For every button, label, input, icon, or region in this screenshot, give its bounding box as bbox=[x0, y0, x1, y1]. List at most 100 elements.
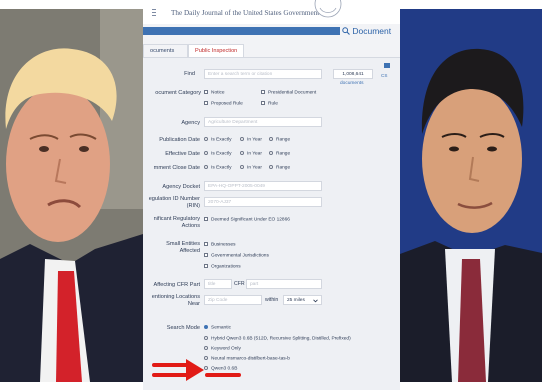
tab-documents[interactable]: ocuments bbox=[143, 44, 188, 57]
cmt-in-year-label: In Year bbox=[247, 165, 262, 171]
agency-input[interactable]: Agriculture Department bbox=[204, 117, 322, 127]
red-arrow-annotation bbox=[152, 359, 204, 381]
document-category-label: ocument Category bbox=[155, 90, 201, 96]
agency-docket-input[interactable]: EPA-HQ-OPPT-2005-0049 bbox=[204, 181, 322, 191]
category-notice-checkbox[interactable]: Notice bbox=[204, 90, 225, 96]
result-count: 1,008,641 bbox=[333, 69, 373, 79]
cfr-part-label: Affecting CFR Part bbox=[153, 282, 200, 288]
radio-dot bbox=[269, 165, 273, 169]
search-icon bbox=[342, 27, 350, 35]
miles-value: 25 miles bbox=[287, 298, 305, 303]
checkbox-box bbox=[204, 253, 208, 257]
seal-icon bbox=[314, 0, 342, 18]
category-rule-checkbox[interactable]: Rule bbox=[261, 101, 278, 107]
mode-semantic-radio[interactable]: Semantic bbox=[204, 325, 231, 331]
masthead: The Daily Journal of the United States G… bbox=[143, 0, 400, 24]
entity-governmental-checkbox[interactable]: Governmental Jurisdictions bbox=[204, 253, 269, 259]
pub-range-label: Range bbox=[276, 137, 291, 143]
eff-range-radio[interactable]: Range bbox=[269, 151, 290, 157]
tab-bar: ocuments Public Inspection bbox=[143, 44, 400, 58]
entity-businesses-checkbox[interactable]: Businesses bbox=[204, 242, 236, 248]
radio-dot bbox=[204, 137, 208, 141]
cfr-mid-label: CFR bbox=[234, 281, 245, 287]
chevron-down-icon bbox=[313, 299, 318, 303]
category-presidential-checkbox[interactable]: Presidential Document bbox=[261, 90, 316, 96]
radio-dot bbox=[204, 346, 208, 350]
checkbox-box bbox=[261, 90, 265, 94]
category-presidential-label: Presidential Document bbox=[268, 90, 317, 96]
entity-organizations-checkbox[interactable]: Organizations bbox=[204, 264, 241, 270]
publication-date-label: Publication Date bbox=[159, 137, 200, 143]
menu-icon[interactable] bbox=[152, 9, 158, 19]
within-label: within bbox=[265, 297, 279, 303]
radio-dot bbox=[269, 137, 273, 141]
pub-is-exactly-label: Is Exactly bbox=[211, 137, 232, 143]
radio-dot bbox=[204, 336, 208, 340]
mode-hybrid-radio[interactable]: Hybrid Qwen3 0.6B (512D, Recursive Split… bbox=[204, 336, 351, 342]
cmt-range-radio[interactable]: Range bbox=[269, 165, 290, 171]
cfr-part-input[interactable]: part bbox=[246, 279, 322, 289]
agency-docket-label: Agency Docket bbox=[162, 184, 200, 190]
cfr-title-input[interactable]: title bbox=[204, 279, 232, 289]
left-photo-man-blonde-hair bbox=[0, 9, 143, 382]
checkbox-box bbox=[204, 264, 208, 268]
locations-near-label: entioning Locations Near bbox=[151, 294, 200, 307]
pub-in-year-label: In Year bbox=[247, 137, 262, 143]
pub-range-radio[interactable]: Range bbox=[269, 137, 290, 143]
rin-input[interactable]: 2070-AJ37 bbox=[204, 197, 322, 207]
site-tagline: The Daily Journal of the United States G… bbox=[171, 9, 320, 17]
radio-dot bbox=[240, 137, 244, 141]
mode-qwen-label: Qwen3 0.6B bbox=[211, 366, 238, 372]
eff-in-year-label: In Year bbox=[247, 151, 262, 157]
document-search-link[interactable]: Document bbox=[342, 26, 391, 36]
entity-organizations-label: Organizations bbox=[211, 264, 241, 270]
mode-keyword-radio[interactable]: Keyword Only bbox=[204, 346, 241, 352]
document-search-label: Document bbox=[352, 26, 392, 36]
right-photo-man-dark-suit bbox=[400, 9, 542, 382]
checkbox-box bbox=[261, 101, 265, 105]
effective-date-label: Effective Date bbox=[165, 151, 200, 157]
checkbox-box bbox=[204, 101, 208, 105]
federal-register-search-page: The Daily Journal of the United States G… bbox=[143, 0, 400, 390]
eff-in-year-radio[interactable]: In Year bbox=[240, 151, 262, 157]
eff-is-exactly-radio[interactable]: Is Exactly bbox=[204, 151, 232, 157]
find-input[interactable]: Enter a search term or citation bbox=[204, 69, 322, 79]
mode-keyword-label: Keyword Only bbox=[211, 346, 241, 352]
comment-close-date-label: mment Close Date bbox=[153, 165, 200, 171]
category-proposed-rule-checkbox[interactable]: Proposed Rule bbox=[204, 101, 243, 107]
mode-neural-radio[interactable]: Neural msmarco-distilbert-base-tas-b bbox=[204, 356, 290, 362]
radio-dot bbox=[240, 165, 244, 169]
checkbox-box bbox=[204, 90, 208, 94]
find-label: Find bbox=[184, 71, 195, 77]
significant-checkbox[interactable]: Deemed Significant Under EO 12866 bbox=[204, 217, 290, 223]
pub-is-exactly-radio[interactable]: Is Exactly bbox=[204, 137, 232, 143]
small-entities-label: Small Entities Affected bbox=[166, 241, 200, 254]
cmt-is-exactly-label: Is Exactly bbox=[211, 165, 232, 171]
radio-dot-selected bbox=[204, 325, 208, 329]
category-proposed-rule-label: Proposed Rule bbox=[211, 101, 243, 107]
mode-neural-label: Neural msmarco-distilbert-base-tas-b bbox=[211, 356, 290, 362]
pub-in-year-radio[interactable]: In Year bbox=[240, 137, 262, 143]
agency-label: Agency bbox=[181, 120, 200, 126]
tab-public-inspection[interactable]: Public Inspection bbox=[188, 44, 244, 57]
cmt-in-year-radio[interactable]: In Year bbox=[240, 165, 262, 171]
mode-hybrid-label: Hybrid Qwen3 0.6B (512D, Recursive Split… bbox=[211, 336, 351, 342]
search-mode-label: Search Mode bbox=[166, 325, 200, 331]
category-notice-label: Notice bbox=[211, 90, 225, 96]
side-link-text[interactable]: CS bbox=[381, 73, 387, 78]
mode-qwen-radio[interactable]: Qwen3 0.6B bbox=[204, 366, 237, 372]
cmt-range-label: Range bbox=[276, 165, 291, 171]
search-bar-accent bbox=[143, 27, 340, 35]
category-rule-label: Rule bbox=[268, 101, 278, 107]
miles-select[interactable]: 25 miles bbox=[283, 295, 322, 305]
eff-range-label: Range bbox=[276, 151, 291, 157]
significant-actions-label: nificant Regulatory Actions bbox=[153, 216, 200, 229]
result-unit: documents bbox=[340, 81, 364, 86]
entity-governmental-label: Governmental Jurisdictions bbox=[211, 253, 269, 259]
zip-code-input[interactable]: Zip Code bbox=[204, 295, 262, 305]
checkbox-box bbox=[204, 242, 208, 246]
tab-public-inspection-label: Public Inspection bbox=[195, 48, 238, 54]
cmt-is-exactly-radio[interactable]: Is Exactly bbox=[204, 165, 232, 171]
side-link[interactable] bbox=[384, 63, 390, 69]
radio-dot bbox=[240, 151, 244, 155]
